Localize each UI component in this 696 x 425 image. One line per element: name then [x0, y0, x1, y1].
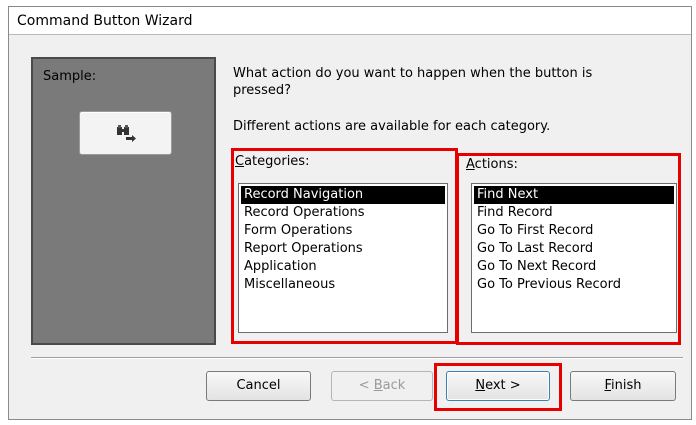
- button-separator: [31, 357, 683, 359]
- action-question: What action do you want to happen when t…: [233, 66, 593, 98]
- binoculars-arrow-icon: [116, 125, 136, 142]
- list-item[interactable]: Record Navigation: [241, 186, 445, 204]
- window-title: Command Button Wizard: [17, 13, 193, 29]
- finish-button[interactable]: Finish: [570, 371, 676, 401]
- categories-label-rest: ategories:: [244, 154, 310, 169]
- finish-rest: inish: [611, 378, 642, 393]
- list-item[interactable]: Miscellaneous: [241, 276, 445, 294]
- list-item[interactable]: Record Operations: [241, 204, 445, 222]
- categories-accel: C: [235, 154, 245, 169]
- title-bar: Command Button Wizard: [9, 7, 691, 35]
- sample-panel: Sample:: [31, 57, 216, 345]
- back-accel: B: [373, 378, 383, 393]
- command-button-wizard-dialog: Command Button Wizard Sample: What actio…: [8, 6, 692, 420]
- next-button[interactable]: Next >: [446, 371, 550, 401]
- list-item[interactable]: Go To Next Record: [474, 258, 674, 276]
- actions-label-rest: ctions:: [474, 157, 518, 172]
- next-accel: N: [475, 378, 486, 393]
- actions-listbox[interactable]: Find Next Find Record Go To First Record…: [471, 183, 677, 333]
- actions-accel: A: [466, 157, 475, 172]
- back-rest: ack: [382, 378, 406, 393]
- list-item[interactable]: Go To Last Record: [474, 240, 674, 258]
- categories-label: Categories:: [235, 154, 309, 169]
- list-item[interactable]: Form Operations: [241, 222, 445, 240]
- back-button[interactable]: < Back: [331, 371, 433, 401]
- next-rest: ext >: [485, 378, 521, 393]
- actions-label: Actions:: [466, 157, 518, 172]
- list-item[interactable]: Application: [241, 258, 445, 276]
- list-item[interactable]: Go To Previous Record: [474, 276, 674, 294]
- sample-button-preview: [79, 111, 172, 155]
- categories-listbox[interactable]: Record Navigation Record Operations Form…: [238, 183, 448, 333]
- sample-label: Sample:: [43, 69, 97, 84]
- cancel-button[interactable]: Cancel: [206, 371, 311, 401]
- list-item[interactable]: Report Operations: [241, 240, 445, 258]
- list-item[interactable]: Go To First Record: [474, 222, 674, 240]
- list-item[interactable]: Find Next: [474, 186, 674, 204]
- back-prefix: <: [358, 378, 374, 393]
- list-item[interactable]: Find Record: [474, 204, 674, 222]
- category-info-text: Different actions are available for each…: [233, 119, 551, 134]
- cancel-button-label: Cancel: [236, 378, 281, 393]
